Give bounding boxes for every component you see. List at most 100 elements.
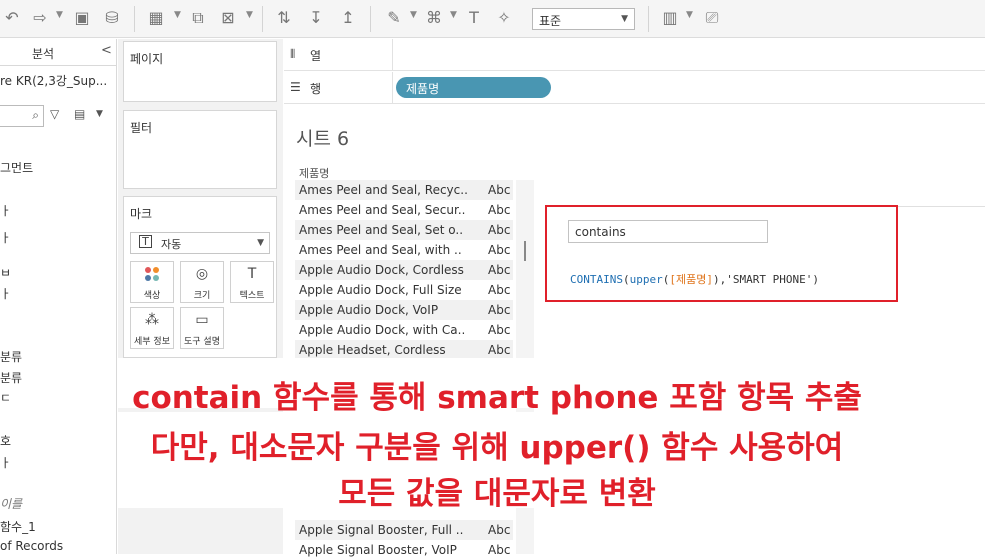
field-item[interactable]: ㅏ bbox=[0, 285, 11, 302]
annotation-line-2: 다만, 대소문자 구분을 위해 upper() 함수 사용하여 bbox=[150, 430, 844, 466]
pages-card[interactable]: 페이지 bbox=[123, 41, 277, 102]
mark-type-dropdown[interactable]: T 자동 ▼ bbox=[130, 232, 270, 254]
row-value: Abc bbox=[488, 523, 511, 537]
table-row[interactable]: Apple Audio Dock, Cordless Abc bbox=[295, 260, 513, 280]
size-button[interactable]: ◎ 크기 bbox=[180, 261, 224, 303]
table-row[interactable]: Apple Audio Dock, VoIP Abc bbox=[295, 300, 513, 320]
field-item[interactable]: ㅏ bbox=[0, 202, 11, 219]
view-list-icon[interactable]: ▤ bbox=[74, 107, 85, 121]
collapse-pane-icon[interactable]: < bbox=[101, 43, 112, 58]
clear-dropdown-icon[interactable]: ▼ bbox=[246, 10, 253, 20]
sheet-title[interactable]: 시트 6 bbox=[296, 124, 349, 151]
row-name: Apple Audio Dock, VoIP bbox=[299, 303, 439, 317]
highlight-box bbox=[545, 205, 898, 302]
detail-label: 세부 정보 bbox=[134, 337, 170, 347]
color-label: 색상 bbox=[143, 291, 161, 301]
column-header[interactable]: 제품명 bbox=[299, 165, 329, 181]
size-icon: ◎ bbox=[195, 266, 209, 282]
tooltip-icon: ▭ bbox=[195, 312, 209, 328]
chevron-down-icon: ▼ bbox=[621, 14, 628, 24]
row-value: Abc bbox=[488, 203, 511, 217]
chevron-down-icon: ▼ bbox=[257, 238, 264, 248]
swap-icon[interactable]: ⇅ bbox=[274, 8, 294, 28]
new-datasource-icon[interactable]: ⛁ bbox=[102, 8, 122, 28]
toolbar-divider bbox=[262, 6, 263, 32]
show-me-icon[interactable]: ▥ bbox=[660, 8, 680, 28]
row-name: Ames Peel and Seal, Set o.. bbox=[299, 223, 464, 237]
records-field-item[interactable]: of Records bbox=[0, 539, 63, 553]
rows-icon: ☰ bbox=[290, 80, 301, 94]
highlight-icon[interactable]: ✎ bbox=[384, 8, 404, 28]
row-name: Ames Peel and Seal, Recyc.. bbox=[299, 183, 468, 197]
field-search-input[interactable]: ⌕ bbox=[0, 105, 44, 127]
table-row[interactable]: Ames Peel and Seal, Secur.. Abc bbox=[295, 200, 513, 220]
filter-icon[interactable]: ▽ bbox=[50, 107, 59, 121]
row-name: Apple Audio Dock, Full Size bbox=[299, 283, 462, 297]
text-button[interactable]: T 텍스트 bbox=[230, 261, 274, 303]
color-button[interactable]: 색상 bbox=[130, 261, 174, 303]
marks-card-title: 마크 bbox=[130, 207, 153, 221]
row-name: Apple Audio Dock, with Ca.. bbox=[299, 323, 466, 337]
row-name: Ames Peel and Seal, with .. bbox=[299, 243, 462, 257]
product-name-pill[interactable]: 제품명 bbox=[396, 77, 551, 98]
size-label: 크기 bbox=[193, 291, 211, 301]
row-value: Abc bbox=[488, 183, 511, 197]
scrollbar-thumb[interactable] bbox=[524, 241, 526, 261]
field-item[interactable]: ㅂ bbox=[0, 264, 11, 281]
presentation-icon[interactable]: ⎚ bbox=[702, 8, 722, 28]
data-pane-tabbar: 분석 < bbox=[0, 39, 117, 66]
filters-card[interactable]: 필터 bbox=[123, 110, 277, 189]
table-row[interactable]: Ames Peel and Seal, Set o.. Abc bbox=[295, 220, 513, 240]
columns-shelf-label: 열 bbox=[310, 49, 322, 63]
text-label: 텍스트 bbox=[239, 291, 265, 301]
row-name: Apple Signal Booster, VoIP bbox=[299, 543, 457, 557]
row-name: Apple Audio Dock, Cordless bbox=[299, 263, 464, 277]
tooltip-button[interactable]: ▭ 도구 설명 bbox=[180, 307, 224, 349]
sort-ascending-icon[interactable]: ↧ bbox=[306, 8, 326, 28]
tab-analytics[interactable]: 분석 bbox=[32, 45, 54, 62]
show-me-dropdown-icon[interactable]: ▼ bbox=[686, 10, 693, 20]
row-value: Abc bbox=[488, 323, 511, 337]
highlight-dropdown-icon[interactable]: ▼ bbox=[410, 10, 417, 20]
chevron-down-icon[interactable]: ▼ bbox=[96, 109, 103, 119]
detail-icon: ⁂ bbox=[145, 312, 159, 328]
sort-descending-icon[interactable]: ↥ bbox=[338, 8, 358, 28]
table-row[interactable]: Apple Audio Dock, Full Size Abc bbox=[295, 280, 513, 300]
data-source-name[interactable]: re KR(2,3강_Sup... bbox=[0, 72, 107, 89]
pin-icon[interactable]: ✧ bbox=[494, 8, 514, 28]
tooltip-label: 도구 설명 bbox=[184, 337, 220, 347]
table-row[interactable]: Apple Signal Booster, VoIP Abc bbox=[295, 540, 513, 560]
undo-icon[interactable]: ↶ bbox=[2, 8, 22, 28]
row-name: Apple Headset, Cordless bbox=[299, 343, 446, 357]
pages-card-title: 페이지 bbox=[130, 52, 164, 66]
new-sheet-icon[interactable]: ▦ bbox=[146, 8, 166, 28]
shelf-divider bbox=[392, 72, 393, 104]
calc-field-item[interactable]: 함수_1 bbox=[0, 518, 36, 535]
save-icon[interactable]: ▣ bbox=[72, 8, 92, 28]
table-row[interactable]: Apple Audio Dock, with Ca.. Abc bbox=[295, 320, 513, 340]
field-item[interactable]: ㅏ bbox=[0, 229, 11, 246]
toolbar-divider bbox=[370, 6, 371, 32]
table-row[interactable]: Ames Peel and Seal, with .. Abc bbox=[295, 240, 513, 260]
group-icon[interactable]: ⌘ bbox=[424, 8, 444, 28]
fit-dropdown[interactable]: 표준 ▼ bbox=[532, 8, 635, 30]
row-value: Abc bbox=[488, 303, 511, 317]
rows-shelf[interactable]: ☰ 행 제품명 bbox=[284, 72, 985, 104]
field-item[interactable]: 그먼트 bbox=[0, 159, 33, 176]
text-icon: T bbox=[247, 266, 257, 282]
row-value: Abc bbox=[488, 343, 511, 357]
duplicate-sheet-icon[interactable]: ⧉ bbox=[188, 8, 208, 28]
redo-dropdown-icon[interactable]: ▼ bbox=[56, 10, 63, 20]
clear-sheet-icon[interactable]: ⊠ bbox=[218, 8, 238, 28]
rows-shelf-label: 행 bbox=[310, 82, 322, 96]
redo-icon[interactable]: ⇨ bbox=[30, 8, 50, 28]
labels-icon[interactable]: T bbox=[464, 8, 484, 28]
table-row[interactable]: Apple Headset, Cordless Abc bbox=[295, 340, 513, 360]
detail-button[interactable]: ⁂ 세부 정보 bbox=[130, 307, 174, 349]
new-sheet-dropdown-icon[interactable]: ▼ bbox=[174, 10, 181, 20]
table-row[interactable]: Ames Peel and Seal, Recyc.. Abc bbox=[295, 180, 513, 200]
table-row[interactable]: Apple Signal Booster, Full .. Abc bbox=[295, 520, 513, 540]
columns-shelf[interactable]: ⦀ 열 bbox=[284, 39, 985, 71]
group-dropdown-icon[interactable]: ▼ bbox=[450, 10, 457, 20]
search-icon: ⌕ bbox=[32, 108, 39, 122]
